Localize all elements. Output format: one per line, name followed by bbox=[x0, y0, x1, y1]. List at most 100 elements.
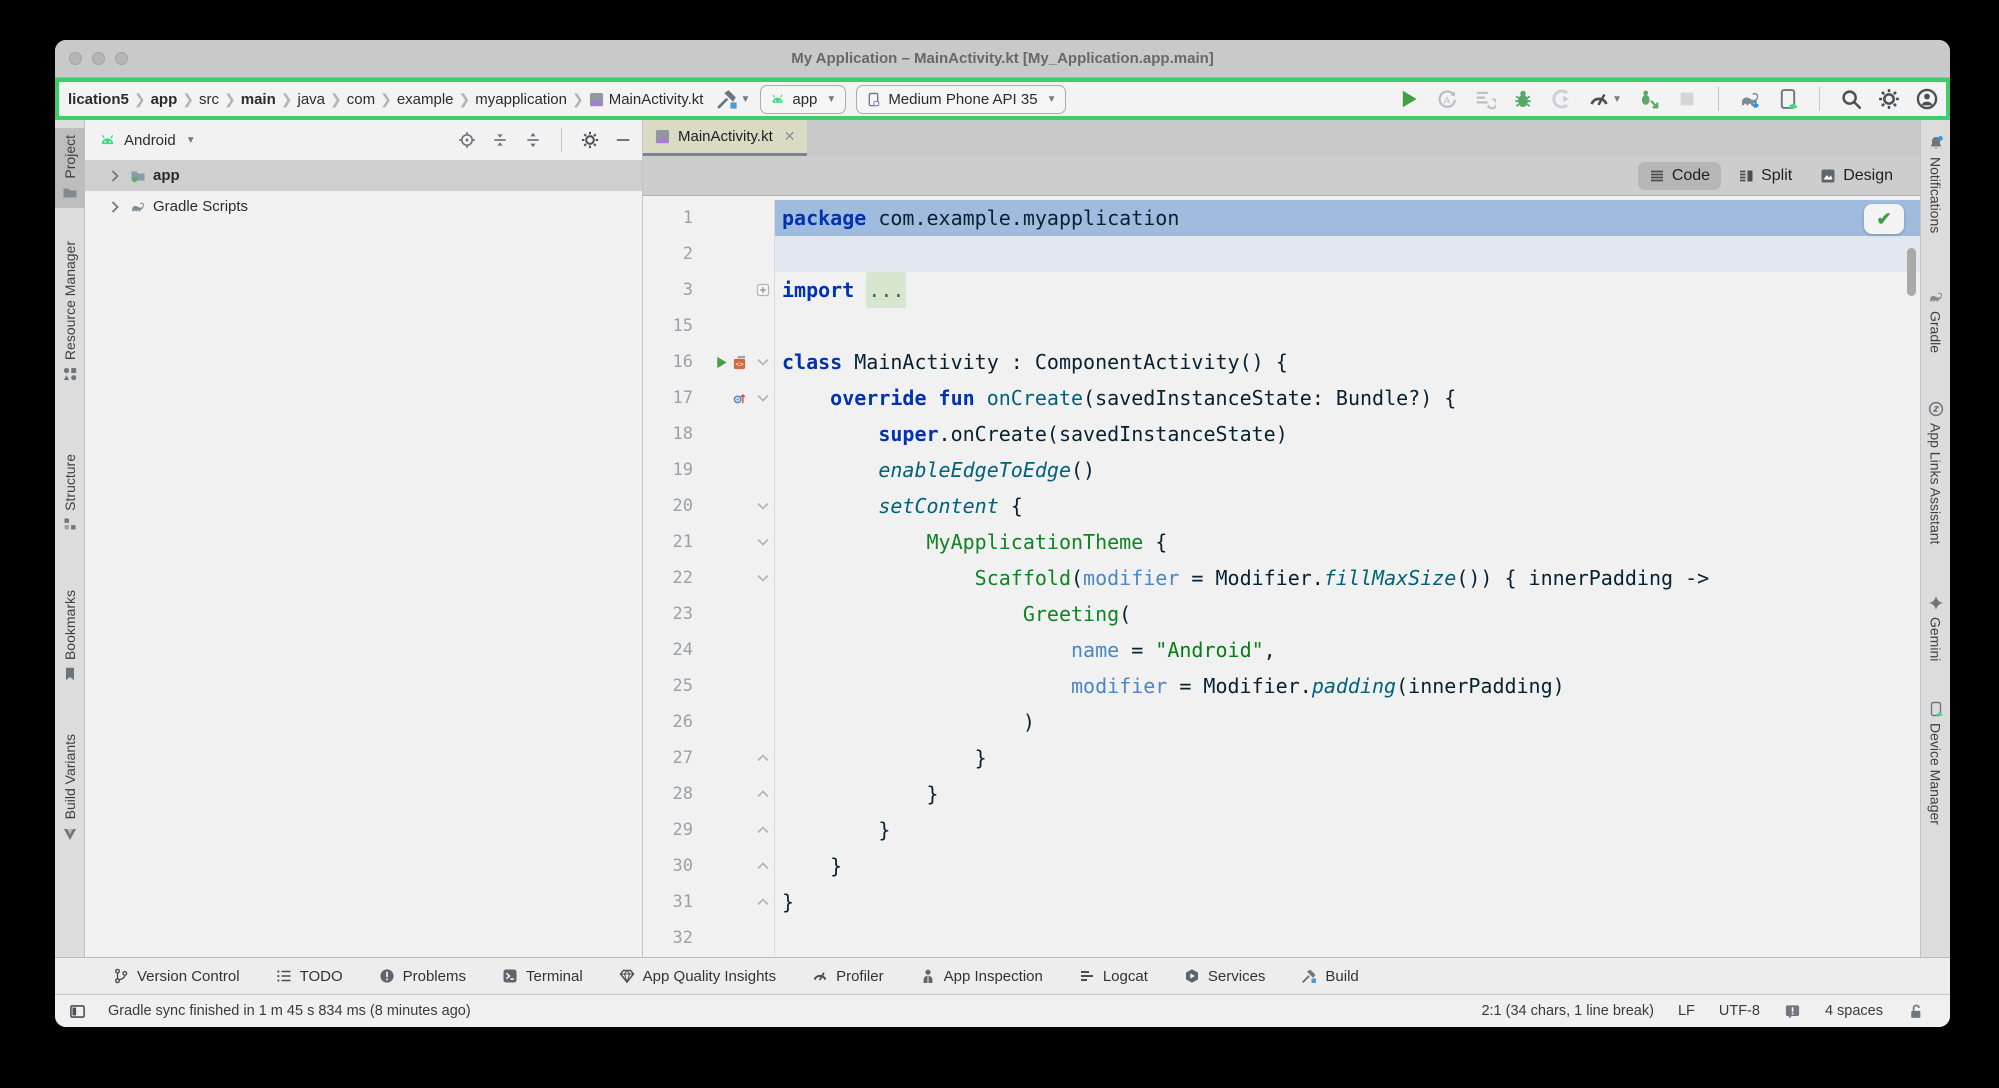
code-text[interactable]: modifier = Modifier.padding(innerPadding… bbox=[775, 668, 1920, 704]
stripe-item-resource-manager[interactable]: Resource Manager bbox=[55, 234, 85, 389]
tool-window-services[interactable]: Services bbox=[1184, 968, 1266, 985]
profile-app-button[interactable] bbox=[1550, 88, 1572, 110]
fold-marker-open-icon[interactable] bbox=[751, 380, 775, 416]
tool-window-version-control[interactable]: Version Control bbox=[113, 968, 240, 985]
code-text[interactable]: } bbox=[775, 848, 1920, 884]
apply-code-changes-button[interactable] bbox=[1474, 88, 1496, 110]
code-text[interactable]: } bbox=[775, 884, 1920, 920]
tool-window-problems[interactable]: Problems bbox=[379, 968, 466, 985]
status-message[interactable]: Gradle sync finished in 1 m 45 s 834 ms … bbox=[108, 1003, 471, 1019]
code-text[interactable]: Scaffold(modifier = Modifier.fillMaxSize… bbox=[775, 560, 1920, 596]
fold-marker-close-icon[interactable] bbox=[751, 776, 775, 812]
code-text[interactable] bbox=[775, 308, 1920, 344]
stripe-item-app-links-assistant[interactable]: App Links Assistant bbox=[1921, 394, 1951, 551]
stripe-item-project[interactable]: Project bbox=[55, 128, 85, 208]
apply-changes-restart-button[interactable]: A bbox=[1436, 88, 1458, 110]
tool-window-layout-icon[interactable] bbox=[69, 1003, 86, 1020]
editor-scrollbar[interactable] bbox=[1907, 248, 1916, 296]
compose-icon[interactable]: <> bbox=[732, 355, 747, 370]
notification-balloon-icon[interactable] bbox=[1784, 1003, 1801, 1020]
breadcrumb-item-app[interactable]: app bbox=[148, 91, 181, 108]
collapse-all-button[interactable] bbox=[524, 131, 542, 149]
fold-marker-plus-icon[interactable] bbox=[751, 272, 775, 308]
fold-marker-open-icon[interactable] bbox=[751, 524, 775, 560]
run-gutter-icon[interactable] bbox=[714, 355, 729, 370]
file-encoding[interactable]: UTF-8 bbox=[1719, 1003, 1760, 1019]
stop-button[interactable] bbox=[1676, 88, 1698, 110]
code-text[interactable]: enableEdgeToEdge() bbox=[775, 452, 1920, 488]
code-text[interactable]: } bbox=[775, 812, 1920, 848]
device-manager-button[interactable] bbox=[1777, 88, 1799, 110]
breadcrumb-item-main[interactable]: main bbox=[238, 91, 279, 108]
code-area[interactable]: 1package com.example.myapplication23impo… bbox=[643, 196, 1920, 957]
fold-marker-open-icon[interactable] bbox=[751, 488, 775, 524]
view-mode-split[interactable]: Split bbox=[1727, 162, 1803, 190]
chevron-right-icon[interactable] bbox=[107, 168, 123, 184]
tool-window-app-quality-insights[interactable]: App Quality Insights bbox=[619, 968, 776, 985]
fold-marker-close-icon[interactable] bbox=[751, 740, 775, 776]
expand-all-button[interactable] bbox=[491, 131, 509, 149]
fold-marker-open-icon[interactable] bbox=[751, 560, 775, 596]
tab-mainactivity[interactable]: MainActivity.kt ✕ bbox=[643, 120, 807, 156]
breadcrumb-item-mainactivity-kt[interactable]: MainActivity.kt bbox=[586, 91, 707, 108]
stripe-item-notifications[interactable]: Notifications bbox=[1921, 128, 1951, 240]
fold-marker-close-icon[interactable] bbox=[751, 884, 775, 920]
settings-button[interactable] bbox=[1878, 88, 1900, 110]
code-text[interactable]: override fun onCreate(savedInstanceState… bbox=[775, 380, 1920, 416]
code-text[interactable]: class MainActivity : ComponentActivity()… bbox=[775, 344, 1920, 380]
stripe-item-structure[interactable]: Structure bbox=[55, 447, 85, 540]
fold-marker-close-icon[interactable] bbox=[751, 812, 775, 848]
breadcrumb-item-myapplication[interactable]: myapplication bbox=[472, 91, 570, 108]
code-text[interactable] bbox=[775, 236, 1920, 272]
code-text[interactable]: super.onCreate(savedInstanceState) bbox=[775, 416, 1920, 452]
view-mode-code[interactable]: Code bbox=[1638, 162, 1721, 190]
chevron-right-icon[interactable] bbox=[107, 199, 123, 215]
tool-window-app-inspection[interactable]: App Inspection bbox=[920, 968, 1043, 985]
build-button[interactable]: ▼ bbox=[716, 88, 750, 110]
tree-item-app[interactable]: app bbox=[85, 160, 642, 191]
code-text[interactable]: package com.example.myapplication bbox=[775, 200, 1920, 236]
code-text[interactable]: setContent { bbox=[775, 488, 1920, 524]
tree-item-gradle-scripts[interactable]: Gradle Scripts bbox=[85, 191, 642, 222]
code-text[interactable] bbox=[775, 920, 1920, 956]
breadcrumb-item-example[interactable]: example bbox=[394, 91, 457, 108]
search-everywhere-button[interactable] bbox=[1840, 88, 1862, 110]
sync-project-button[interactable] bbox=[1739, 88, 1761, 110]
code-text[interactable]: } bbox=[775, 740, 1920, 776]
hide-panel-button[interactable] bbox=[614, 131, 632, 149]
tool-window-terminal[interactable]: Terminal bbox=[502, 968, 583, 985]
device-select[interactable]: Medium Phone API 35 ▼ bbox=[856, 85, 1066, 114]
stripe-item-gradle[interactable]: Gradle bbox=[1921, 282, 1951, 360]
breadcrumb-item-src[interactable]: src bbox=[196, 91, 222, 108]
tool-window-profiler[interactable]: Profiler bbox=[812, 968, 884, 985]
fold-marker-close-icon[interactable] bbox=[751, 848, 775, 884]
override-icon[interactable] bbox=[732, 391, 747, 406]
profiler-button[interactable]: ▼ bbox=[1588, 88, 1622, 110]
locate-file-button[interactable] bbox=[458, 131, 476, 149]
breadcrumb-item-com[interactable]: com bbox=[344, 91, 378, 108]
tool-window-todo[interactable]: TODO bbox=[276, 968, 343, 985]
attach-debugger-button[interactable] bbox=[1638, 88, 1660, 110]
account-button[interactable] bbox=[1916, 88, 1938, 110]
unlock-icon[interactable] bbox=[1907, 1003, 1924, 1020]
code-text[interactable]: } bbox=[775, 776, 1920, 812]
tool-window-build[interactable]: Build bbox=[1301, 968, 1358, 985]
stripe-item-gemini[interactable]: Gemini bbox=[1921, 588, 1951, 668]
code-text[interactable]: import ... bbox=[775, 272, 1920, 308]
stripe-item-build-variants[interactable]: Build Variants bbox=[55, 727, 85, 848]
caret-position[interactable]: 2:1 (34 chars, 1 line break) bbox=[1481, 1003, 1653, 1019]
tool-window-logcat[interactable]: Logcat bbox=[1079, 968, 1148, 985]
breadcrumb-item-java[interactable]: java bbox=[294, 91, 328, 108]
breadcrumb-item-lication5[interactable]: lication5 bbox=[65, 91, 132, 108]
indent-setting[interactable]: 4 spaces bbox=[1825, 1003, 1883, 1019]
run-config-select[interactable]: app ▼ bbox=[760, 85, 846, 114]
stripe-item-bookmarks[interactable]: Bookmarks bbox=[55, 583, 85, 689]
code-text[interactable]: name = "Android", bbox=[775, 632, 1920, 668]
close-tab-icon[interactable]: ✕ bbox=[784, 128, 796, 145]
line-ending[interactable]: LF bbox=[1678, 1003, 1695, 1019]
inspections-status-widget[interactable]: ✔ bbox=[1864, 204, 1904, 234]
code-text[interactable]: Greeting( bbox=[775, 596, 1920, 632]
panel-options-button[interactable] bbox=[581, 131, 599, 149]
fold-marker-open-icon[interactable] bbox=[751, 344, 775, 380]
view-mode-design[interactable]: Design bbox=[1809, 162, 1904, 190]
